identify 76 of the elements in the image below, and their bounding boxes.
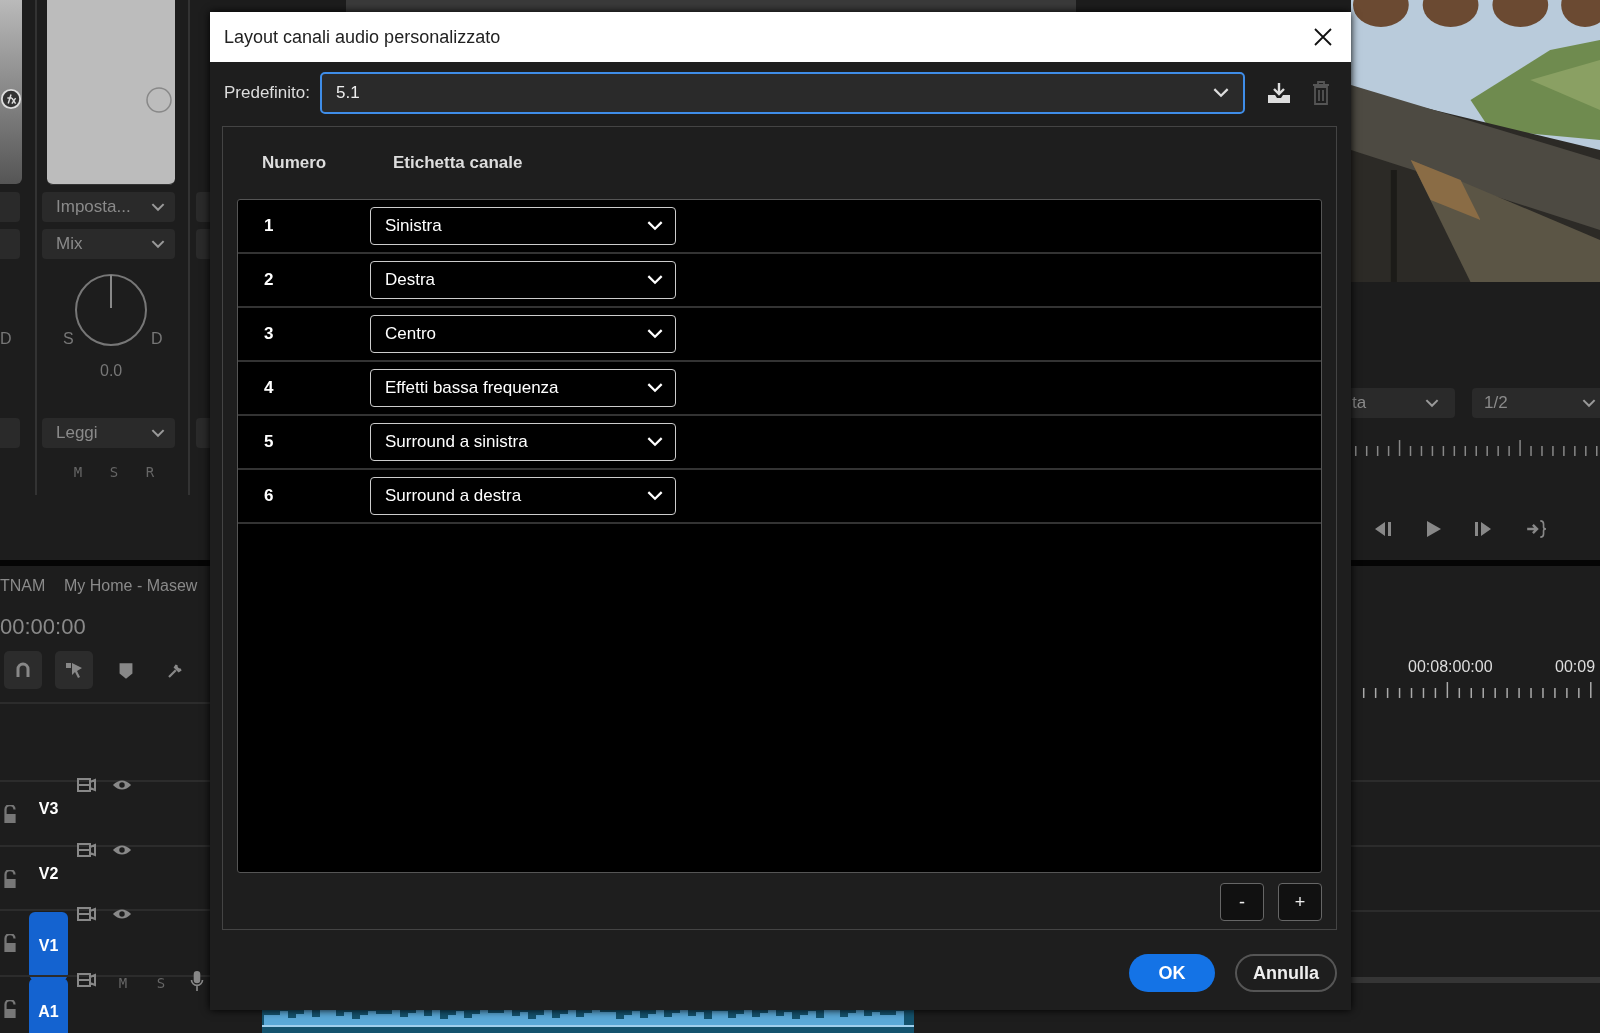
track-target[interactable]: V3 xyxy=(29,793,68,824)
caret-icon xyxy=(647,383,663,393)
lock-icon[interactable] xyxy=(3,870,17,888)
track-toggle-button[interactable]: M xyxy=(113,972,133,994)
track-toggle-button[interactable]: S xyxy=(104,461,124,483)
track-toggle-button[interactable]: R xyxy=(140,461,160,483)
channel-dropdown[interactable]: Surround a sinistra xyxy=(370,423,676,461)
column-header: Numero xyxy=(262,153,328,173)
step-back-icon[interactable] xyxy=(1373,520,1393,538)
caret-icon xyxy=(1425,398,1439,408)
channel-dropdown[interactable]: Sinistra xyxy=(370,207,676,245)
channel-number: 2 xyxy=(263,270,275,290)
lock-icon[interactable] xyxy=(3,934,17,952)
mode-dropdown[interactable]: Mix xyxy=(42,229,175,259)
lock-icon[interactable] xyxy=(3,805,17,823)
caret-icon xyxy=(647,437,663,447)
snap-button[interactable] xyxy=(4,651,42,689)
sync-lock-icon[interactable] xyxy=(76,777,96,793)
resolution-dropdown[interactable]: 1/2 xyxy=(1472,388,1600,418)
channel-dropdown[interactable]: Centro xyxy=(370,315,676,353)
caret-icon xyxy=(151,202,165,212)
linked-selection-button[interactable] xyxy=(55,651,93,689)
sync-lock-icon[interactable] xyxy=(76,972,96,988)
pan-label: D xyxy=(0,330,12,348)
pan-knob[interactable] xyxy=(73,272,149,348)
ok-button[interactable]: OK xyxy=(1129,954,1215,992)
sequence-tab[interactable]: My Home - Masew xyxy=(64,577,198,595)
close-icon[interactable] xyxy=(1313,27,1333,47)
preset-label: Predefinito: xyxy=(224,83,310,103)
automation-dropdown[interactable]: Leggi xyxy=(42,418,175,448)
lock-icon[interactable] xyxy=(3,1000,17,1018)
channel-dropdown[interactable]: Surround a destra xyxy=(370,477,676,515)
caret-icon xyxy=(647,275,663,285)
ruler-timecode: 00:08:00:00 xyxy=(1408,658,1493,676)
caret-icon xyxy=(647,329,663,339)
add-channel-button[interactable]: + xyxy=(1278,883,1322,921)
marker-icon[interactable] xyxy=(118,662,134,680)
save-preset-icon[interactable] xyxy=(1267,82,1291,104)
track-toggle-button[interactable]: M xyxy=(68,461,88,483)
channel-number: 3 xyxy=(263,324,275,344)
microphone-icon[interactable] xyxy=(190,970,204,992)
column-header: Etichetta canale xyxy=(393,153,523,173)
channel-number: 1 xyxy=(263,216,275,236)
remove-channel-button[interactable]: - xyxy=(1220,883,1264,921)
channel-number: 4 xyxy=(263,378,275,398)
caret-icon xyxy=(151,428,165,438)
channel-number: 5 xyxy=(263,432,275,452)
fx-icon xyxy=(0,88,22,110)
channel-number: 6 xyxy=(263,486,275,506)
track-target[interactable]: V2 xyxy=(29,858,68,889)
caret-icon xyxy=(1213,88,1229,98)
sequence-tab[interactable]: TNAM xyxy=(0,577,46,595)
preset-dropdown[interactable]: 5.1 xyxy=(320,72,1245,114)
channel-dropdown[interactable]: Destra xyxy=(370,261,676,299)
caret-icon xyxy=(151,239,165,249)
pan-value: 0.0 xyxy=(100,362,123,380)
track-target[interactable]: V1 xyxy=(29,912,68,980)
caret-icon xyxy=(647,221,663,231)
pan-label: S xyxy=(63,330,74,348)
scroll-bar[interactable] xyxy=(1351,977,1600,983)
caret-icon xyxy=(647,491,663,501)
sync-lock-icon[interactable] xyxy=(76,906,96,922)
preset-dropdown[interactable]: Imposta... xyxy=(42,192,175,222)
ruler-timecode: 00:09 xyxy=(1555,658,1596,676)
pan-label: D xyxy=(151,330,163,348)
sync-lock-icon[interactable] xyxy=(76,842,96,858)
step-forward-icon[interactable] xyxy=(1473,520,1493,538)
timecode: 00:00:00 xyxy=(0,614,86,640)
track-target[interactable]: A1 xyxy=(29,978,68,1033)
channel-dropdown[interactable]: Effetti bassa frequenza xyxy=(370,369,676,407)
dialog-title: Layout canali audio personalizzato xyxy=(224,26,501,48)
track-toggle-button[interactable]: S xyxy=(151,972,171,994)
caret-icon xyxy=(1582,398,1596,408)
cancel-button[interactable]: Annulla xyxy=(1235,954,1337,992)
fader-handle[interactable] xyxy=(145,86,173,114)
cursor-icon xyxy=(64,660,84,680)
